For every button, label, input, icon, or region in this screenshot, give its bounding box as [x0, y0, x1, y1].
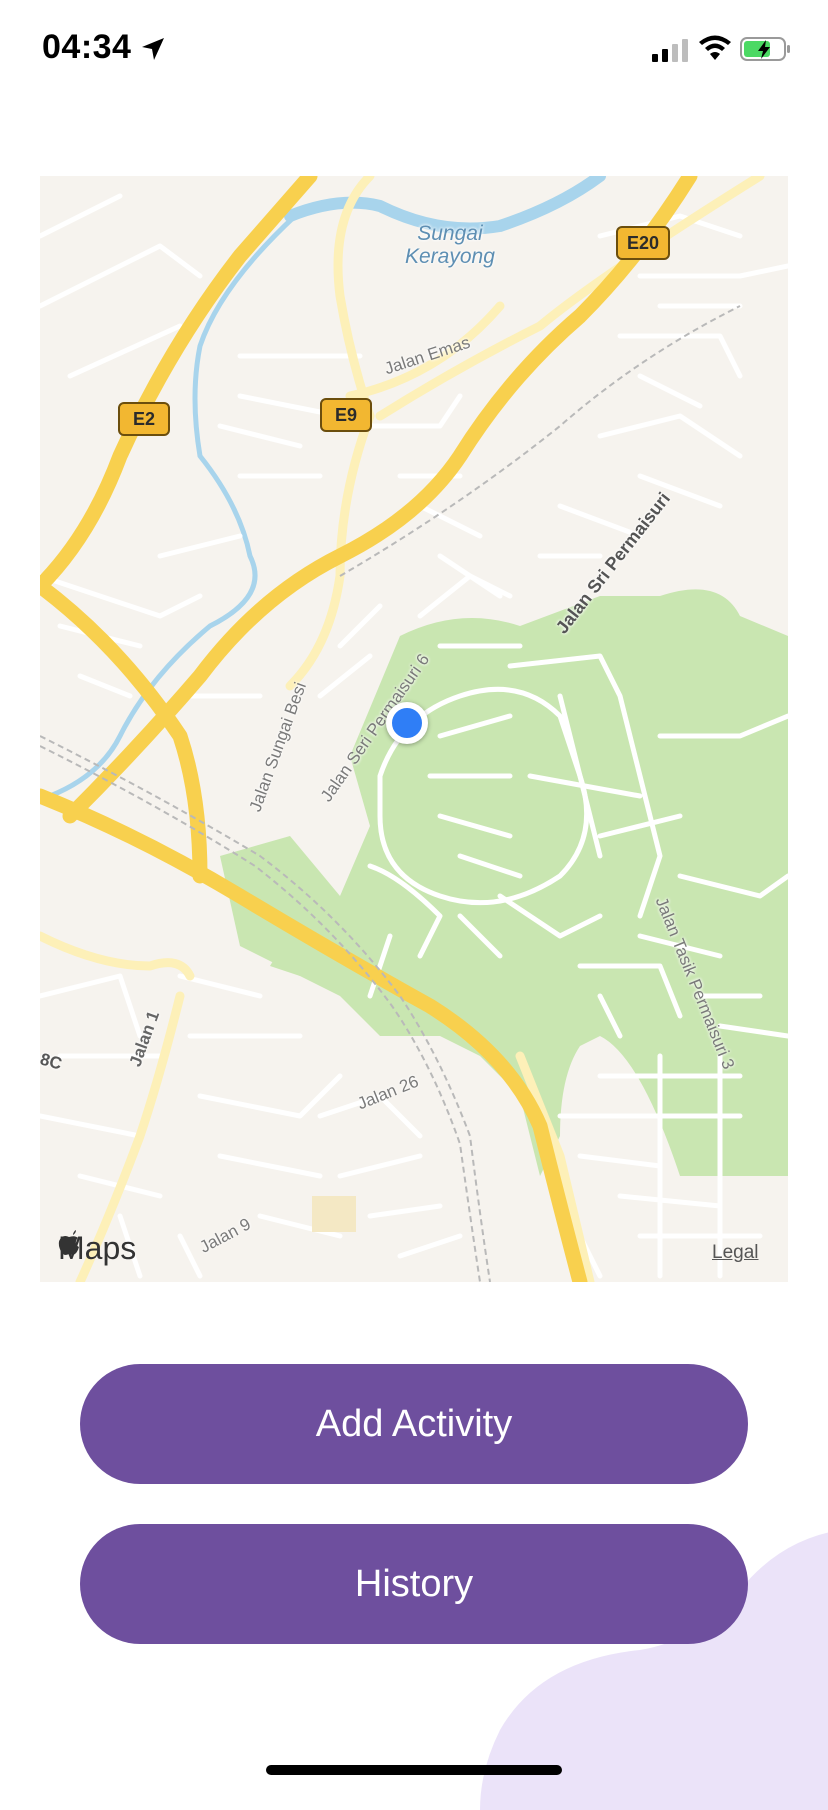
location-arrow-icon [142, 38, 164, 60]
history-button[interactable]: History [80, 1524, 748, 1644]
legal-link[interactable]: Legal [712, 1242, 759, 1264]
highway-shield-e9: E9 [320, 398, 372, 432]
wifi-icon [699, 35, 731, 60]
status-bar: 04:34 [0, 0, 828, 100]
map-view[interactable]: Sungai Kerayong Jalan Emas Jalan Sri Per… [40, 176, 788, 1282]
user-location-marker[interactable] [386, 702, 428, 744]
home-indicator[interactable] [266, 1765, 562, 1775]
map-label-sungai-kerayong: Sungai Kerayong [405, 222, 495, 268]
landmark-area [312, 1196, 356, 1232]
battery-charging-icon [740, 37, 790, 61]
add-activity-button[interactable]: Add Activity [80, 1364, 748, 1484]
cellular-signal-icon [652, 39, 688, 62]
highway-shield-e20: E20 [616, 226, 671, 260]
apple-maps-logo: Maps [58, 1230, 136, 1267]
highway-shield-e2: E2 [118, 402, 170, 436]
status-time: 04:34 [42, 28, 132, 66]
apple-logo-icon [58, 1230, 79, 1255]
